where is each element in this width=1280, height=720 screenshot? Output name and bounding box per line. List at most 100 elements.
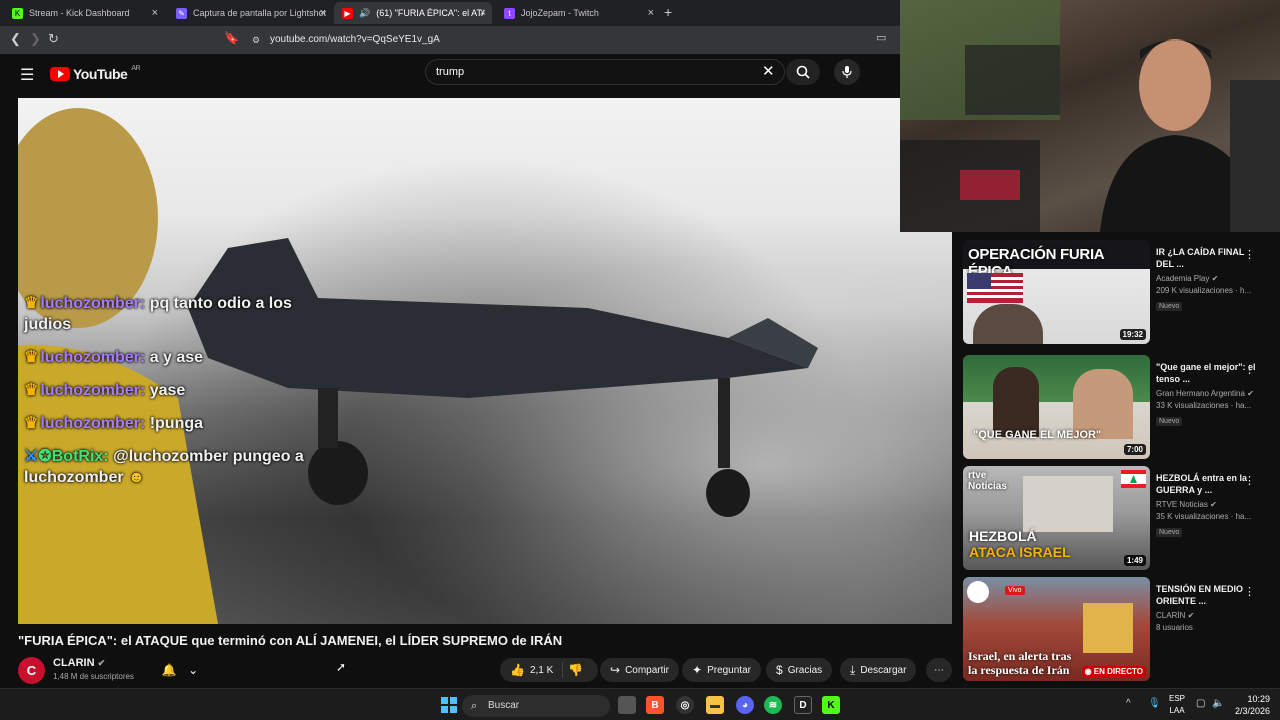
forward-button[interactable]: ❯ (30, 31, 41, 47)
close-icon[interactable]: × (320, 7, 326, 19)
video-thumbnail[interactable]: "QUE GANE EL MEJOR" 7:00 (963, 355, 1150, 459)
chat-username: luchozomber: (40, 382, 146, 399)
like-count[interactable]: 2,1 K (530, 665, 553, 676)
language-indicator[interactable]: ESP LAA (1164, 693, 1190, 717)
video-thumbnail[interactable]: rtve Noticias HEZBOLÁ ATACA ISRAEL 1:49 (963, 466, 1150, 570)
chat-overlay: ♛ luchozomber: pq tanto odio a los judios… (24, 293, 304, 500)
channel-name[interactable]: CLARIN ✔ (53, 657, 105, 669)
recommended-channel[interactable]: Gran Hermano Argentina ✔ (1156, 389, 1256, 398)
menu-icon[interactable]: ☰ (20, 65, 34, 85)
recommended-title[interactable]: TENSIÓN EN MEDIO ORIENTE ... (1156, 583, 1256, 607)
building-image (1023, 476, 1113, 532)
voice-search-button[interactable] (834, 59, 860, 85)
tab-lightshot[interactable]: ✎ Captura de pantalla por Lightshot × (168, 2, 332, 24)
brave-browser-icon[interactable]: B (646, 696, 664, 714)
webcam-overlay (900, 0, 1280, 232)
clear-search-icon[interactable]: ✕ (762, 62, 775, 80)
chevron-up-icon[interactable]: ^ (1126, 698, 1131, 709)
new-badge: Nuevo (1156, 417, 1183, 426)
like-icon[interactable]: 👍 (510, 663, 525, 677)
volume-icon[interactable]: 🔈 (1212, 698, 1224, 709)
lightshot-feather-icon: ✎ (176, 7, 187, 19)
clarin-logo (967, 581, 989, 603)
tab-label: Captura de pantalla por Lightshot (193, 8, 327, 18)
speaker-icon[interactable]: 🔊 (359, 8, 370, 19)
recommended-title[interactable]: "Que gane el mejor": el tenso ... (1156, 361, 1256, 385)
app-icon[interactable]: D (794, 696, 812, 714)
reload-button[interactable]: ↻ (48, 31, 59, 47)
new-badge: Nuevo (1156, 302, 1183, 311)
recommended-channel[interactable]: CLARÍN ✔ (1156, 611, 1256, 620)
recommended-views: 209 K visualizaciones · h... (1156, 286, 1252, 295)
verified-icon: ✔ (1210, 500, 1217, 509)
us-flag-icon (967, 273, 1023, 303)
recommended-channel[interactable]: Academia Play ✔ (1156, 274, 1256, 283)
site-info-icon[interactable]: ⚙ (252, 35, 260, 46)
tab-twitch[interactable]: t JojoZepam - Twitch × (496, 2, 660, 24)
video-thumbnail[interactable]: Vivo Israel, en alerta tras la respuesta… (963, 577, 1150, 681)
discord-icon[interactable]: ◕ (736, 696, 754, 714)
network-icon[interactable]: ▢ (1196, 698, 1205, 709)
tab-youtube-video[interactable]: ▶ 🔊 (61) "FURIA ÉPICA": el ATAQU × (334, 2, 492, 24)
new-tab-button[interactable]: + (664, 4, 672, 20)
close-icon[interactable]: × (480, 7, 486, 19)
recommended-video[interactable]: OPERACIÓN FURIA ÉPICA 19:32 IR ¿LA CAÍDA… (963, 240, 1273, 344)
ask-button[interactable]: ✦ Preguntar (682, 658, 761, 682)
thanks-label: Gracias (787, 664, 823, 676)
file-explorer-icon[interactable]: ▬ (706, 696, 724, 714)
video-thumbnail[interactable]: OPERACIÓN FURIA ÉPICA 19:32 (963, 240, 1150, 344)
clock[interactable]: 10:29 2/3/2026 (1226, 693, 1270, 717)
recommended-channel[interactable]: RTVE Noticias ✔ (1156, 500, 1256, 509)
download-button[interactable]: ⤓ Descargar (840, 658, 917, 682)
recommended-video[interactable]: "QUE GANE EL MEJOR" 7:00 "Que gane el me… (963, 355, 1273, 459)
clock-date: 2/3/2026 (1234, 706, 1270, 716)
recommended-video[interactable]: rtve Noticias HEZBOLÁ ATACA ISRAEL 1:49 … (963, 466, 1273, 570)
recommended-video[interactable]: Vivo Israel, en alerta tras la respuesta… (963, 577, 1273, 681)
verified-icon: ✔ (1247, 389, 1254, 398)
more-vert-icon[interactable]: ⋮ (1244, 474, 1255, 487)
bookmark-icon[interactable]: 🔖 (224, 31, 239, 45)
more-vert-icon[interactable]: ⋮ (1244, 248, 1255, 261)
close-icon[interactable]: × (152, 7, 158, 19)
video-player[interactable]: ♛ luchozomber: pq tanto odio a los judios… (18, 98, 952, 624)
taskbar-search[interactable]: ⌕ Buscar (462, 695, 610, 717)
notifications-button[interactable]: 🔔 ⌄ (156, 659, 204, 681)
crown-icon: ♛ (24, 349, 39, 366)
microphone-icon[interactable]: 🎙 (1148, 698, 1161, 709)
task-view-icon[interactable] (618, 696, 636, 714)
spotify-icon[interactable]: ≋ (764, 696, 782, 714)
chat-username: BotRix: (51, 448, 109, 465)
more-actions-button[interactable]: ⋯ (926, 658, 952, 682)
more-vert-icon[interactable]: ⋮ (1244, 585, 1255, 598)
chat-message: ♛ luchozomber: pq tanto odio a los judios (24, 293, 304, 335)
channel-avatar[interactable]: C (18, 657, 45, 684)
recommended-title[interactable]: HEZBOLÁ entra en la GUERRA y ... (1156, 472, 1256, 496)
thanks-button[interactable]: $ Gracias (766, 658, 833, 682)
live-tag: Vivo (1005, 586, 1025, 595)
tab-label: JojoZepam - Twitch (521, 8, 599, 18)
sparkle-icon: ✦ (692, 663, 703, 677)
taskbar-search-label: Buscar (488, 700, 520, 711)
more-vert-icon[interactable]: ⋮ (1244, 363, 1255, 376)
clock-time: 10:29 (1247, 694, 1270, 704)
share-button[interactable]: ↪ Compartir (600, 658, 679, 682)
search-icon: ⌕ (471, 700, 478, 712)
url-field[interactable]: youtube.com/watch?v=QqSeYE1v_gA (246, 30, 878, 50)
chevron-down-icon: ⌄ (188, 663, 199, 677)
search-button[interactable] (786, 59, 820, 85)
tab-kick-dashboard[interactable]: K Stream - Kick Dashboard × (4, 2, 164, 24)
chat-username: luchozomber: (40, 415, 146, 432)
dislike-icon[interactable]: 👎 (568, 663, 583, 677)
chrome-icon[interactable]: ◎ (676, 696, 694, 714)
search-input[interactable]: trump (425, 59, 785, 85)
kick-icon[interactable]: K (822, 696, 840, 714)
cast-icon[interactable]: ▭ (876, 31, 886, 44)
back-button[interactable]: ❮ (10, 31, 21, 47)
windows-start-icon[interactable] (440, 696, 458, 714)
close-icon[interactable]: × (648, 7, 654, 19)
like-dislike-group: 👍 2,1 K 👎 (500, 658, 598, 682)
thumbnail-text: Israel, en alerta tras (968, 649, 1072, 663)
recommended-title[interactable]: IR ¿LA CAÍDA FINAL DEL ... (1156, 246, 1256, 270)
youtube-logo[interactable]: YouTube AR (50, 65, 141, 82)
download-icon: ⤓ (850, 662, 856, 677)
